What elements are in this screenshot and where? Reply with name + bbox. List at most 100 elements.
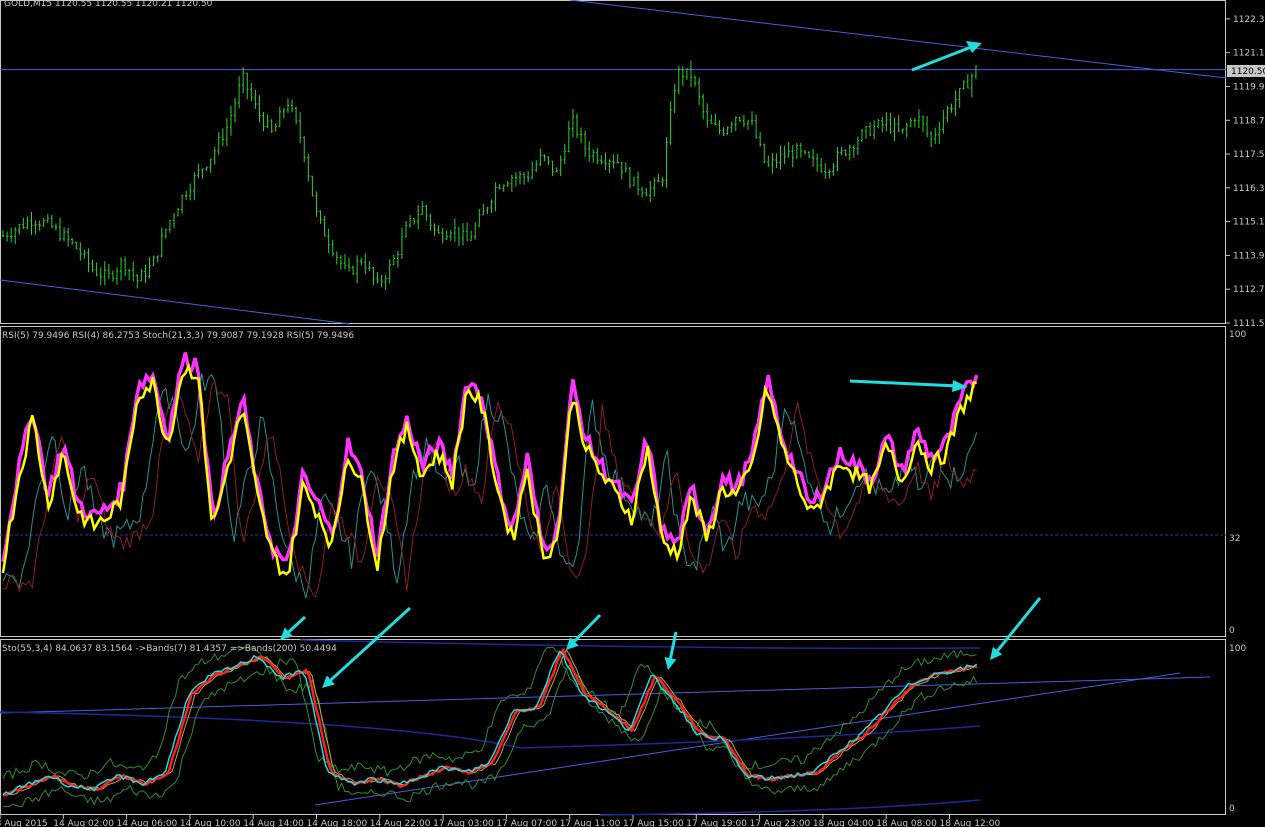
price-candle [624, 162, 628, 173]
chart-canvas[interactable]: 1122.30 1121.10 1119.90 1118.70 1117.50 1116.… [0, 0, 1265, 827]
price-candle [474, 222, 477, 240]
price-candle [938, 121, 941, 144]
price-candle [262, 111, 265, 132]
time-tick-label: 14 Aug 22:00 [370, 819, 431, 827]
arrow-shaft [996, 597, 1042, 652]
price-candle [461, 222, 465, 246]
price-candle [437, 225, 440, 234]
arrow-shaft [669, 631, 678, 659]
stoch-plot[interactable] [0, 597, 1211, 816]
time-tick-label: 17 Aug 23:00 [750, 819, 811, 827]
price-candle [848, 144, 851, 161]
price-candle [453, 218, 457, 242]
price-candle [237, 76, 241, 109]
price-candle [575, 113, 579, 139]
price-axis: 1122.30 1121.10 1119.90 1118.70 1117.50 1116.… [1226, 15, 1265, 329]
price-candle [754, 114, 758, 139]
price-tick-label: 1117.50 [1233, 150, 1265, 160]
price-candle [673, 83, 676, 114]
stoch-arrow-icon [664, 631, 678, 670]
price-candle [868, 122, 872, 137]
time-tick-label: 17 Aug 03:00 [433, 819, 494, 827]
price-candle [763, 143, 766, 164]
price-candle [588, 141, 591, 162]
price-candle [14, 227, 17, 245]
price-candle [840, 146, 843, 156]
price-candle [417, 204, 420, 230]
price-candle [87, 248, 90, 273]
price-candle [665, 136, 668, 189]
price-candle [632, 176, 636, 187]
price-candle [412, 217, 416, 225]
upper-trendline [569, 0, 1227, 79]
price-candle [905, 122, 908, 138]
price-candle [925, 116, 929, 138]
price-candle [278, 106, 282, 127]
price-candle [107, 264, 111, 280]
price-candle [408, 215, 412, 228]
price-tick-label: 1111.50 [1233, 319, 1265, 329]
price-candle [347, 257, 351, 272]
price-candle [148, 256, 151, 279]
stoch-arrow-icon [566, 613, 602, 650]
main-panel-title: GOLD,M15 1120.55 1120.55 1120.21 1120.50 [4, 0, 213, 9]
price-candle [836, 146, 839, 172]
price-candle [217, 132, 220, 155]
price-candle [799, 142, 803, 158]
price-candle [9, 227, 13, 243]
price-candle [62, 227, 66, 242]
price-candle [307, 153, 310, 182]
price-candle [701, 93, 705, 120]
price-candle [250, 83, 253, 102]
price-tick-label: 1119.90 [1233, 82, 1265, 92]
price-candle [335, 251, 339, 265]
price-candle [714, 113, 717, 126]
price-candle [518, 170, 522, 185]
price-candle [233, 98, 237, 123]
trading-terminal-chart[interactable]: 1122.30 1121.10 1119.90 1118.70 1117.50 1116.… [0, 0, 1265, 827]
time-tick-label: 14 Aug 14:00 [243, 819, 304, 827]
price-candle [803, 150, 807, 155]
stoch-panel-frame [0, 639, 1226, 815]
price-candle [91, 259, 94, 273]
sto-main-line [2, 647, 978, 797]
rsi-panel-title: RSI(5) 79.9496 RSI(4) 86.2753 Stoch(21,3… [2, 331, 354, 341]
price-candle [319, 210, 322, 224]
price-candle [494, 182, 497, 212]
price-plot[interactable] [0, 0, 1227, 325]
price-candle [718, 120, 721, 135]
price-candle [364, 253, 367, 275]
price-candle [331, 239, 334, 257]
price-tick-label: 1112.70 [1233, 285, 1265, 295]
price-candle [270, 119, 273, 133]
price-candle [958, 87, 961, 108]
arrow-shaft [329, 606, 412, 682]
price-tick-label: 1121.10 [1233, 49, 1265, 59]
price-candle [535, 160, 538, 173]
price-candle [742, 114, 746, 128]
price-candle [339, 255, 343, 270]
price-candle [156, 255, 159, 263]
price-candle [140, 268, 143, 282]
price-candle [241, 67, 245, 94]
price-candle [95, 262, 98, 277]
rsi-plot[interactable] [0, 352, 1226, 599]
price-candle [343, 253, 347, 270]
price-candle [46, 213, 49, 223]
price-candle [421, 201, 424, 216]
stoch-level-100: 100 [1229, 644, 1246, 654]
price-candle [258, 95, 261, 123]
price-candle [555, 167, 558, 173]
price-candle [531, 161, 534, 180]
price-candle [380, 274, 383, 288]
price-candle [506, 180, 509, 187]
price-candle [176, 207, 180, 217]
arrow-shaft [849, 379, 959, 388]
price-candle [457, 227, 461, 247]
price-candle [706, 103, 709, 128]
time-tick-label: 17 Aug 11:00 [560, 819, 621, 827]
price-candle [649, 180, 652, 203]
price-candle [119, 257, 123, 281]
price-candle [934, 127, 937, 145]
price-candle [111, 270, 115, 282]
